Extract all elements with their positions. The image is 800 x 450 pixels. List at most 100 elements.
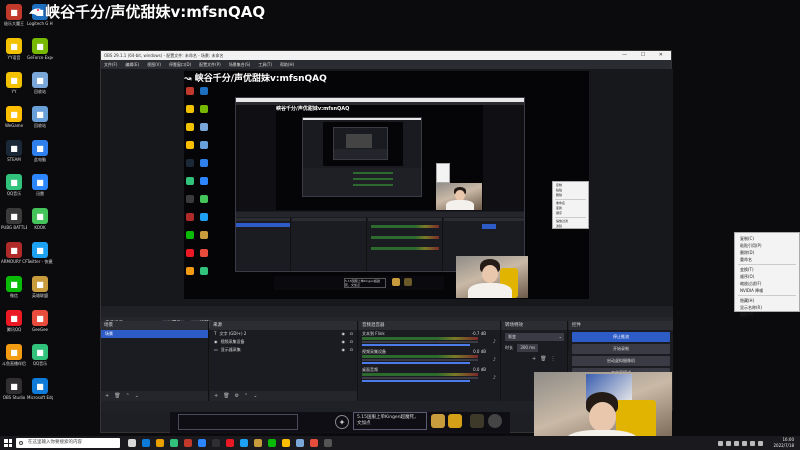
music-icon[interactable] (170, 439, 178, 447)
tray-icon[interactable] (758, 441, 763, 446)
lock-icon[interactable]: ⊡ (350, 330, 353, 338)
tray-icon[interactable] (750, 441, 755, 446)
desktop-icon[interactable]: ■ YY语音 (1, 38, 27, 60)
desktop-icon[interactable]: ■ WeGame (1, 106, 27, 128)
eye-icon[interactable]: ◉ (342, 338, 346, 346)
desktop-icon[interactable]: ■ QQ音乐 (27, 344, 53, 366)
desktop-icon[interactable]: ■ 微信 (1, 276, 27, 298)
desktop-icon[interactable]: ■ STEAM (1, 140, 27, 162)
tray-icon[interactable] (718, 441, 723, 446)
context-menu-item[interactable]: 删除(D) (735, 249, 799, 256)
context-menu-item[interactable]: 显示名称(R) (735, 304, 799, 311)
menu-item[interactable]: 编辑(E) (125, 62, 139, 67)
desktop-icon[interactable]: ■ GeeGee (27, 310, 53, 332)
trash-icon[interactable]: 🗑 (540, 356, 550, 362)
lock-icon[interactable]: ⊡ (350, 346, 353, 354)
app-icon[interactable] (240, 439, 248, 447)
desktop-icon[interactable]: ■Microsoft Edge (27, 378, 53, 400)
game-icon[interactable] (254, 439, 262, 447)
transition-select[interactable]: 渐变 ⌄ (505, 333, 564, 341)
context-menu-item[interactable]: NVIDIA 降噪 (735, 287, 799, 294)
menu-item[interactable]: 文件(F) (104, 62, 117, 67)
context-menu-item[interactable]: 变换(T) (735, 266, 799, 273)
app-icon[interactable] (324, 439, 332, 447)
chevron-down-icon[interactable]: ⌄ (135, 393, 144, 399)
context-menu-item[interactable]: 滤镜 (553, 224, 588, 229)
wegame-icon[interactable] (282, 439, 290, 447)
context-menu-item[interactable]: 复制(C) (735, 235, 799, 242)
menu-item[interactable]: 视图(V) (147, 62, 161, 67)
scene-item[interactable]: 场景 (101, 330, 208, 338)
eye-icon[interactable]: ◉ (342, 346, 346, 354)
control-button[interactable]: 停止推流 (572, 332, 670, 342)
app-icon[interactable] (310, 439, 318, 447)
desktop-icon[interactable]: ■ 此电脑 (27, 140, 53, 162)
folder-icon[interactable] (156, 439, 164, 447)
volume-slider[interactable] (362, 362, 470, 364)
app-icon[interactable] (296, 439, 304, 447)
desktop-icon[interactable]: ■PUBG BATTLEGR... (1, 208, 27, 230)
speaker-icon[interactable]: ♪ (493, 357, 496, 363)
task-view-icon[interactable] (128, 439, 136, 447)
add-icon[interactable]: + (532, 356, 540, 362)
tray-icon[interactable] (726, 441, 731, 446)
menu-item[interactable]: 停靠窗口(D) (169, 62, 191, 67)
desktop-icon[interactable]: ■ 迅雷 (27, 174, 53, 196)
chevron-down-icon[interactable]: ⌄ (253, 393, 262, 399)
windows-start-icon[interactable] (4, 439, 12, 447)
source-item[interactable]: T 文字 (GDI+) 2 ◉ ⊡ (210, 330, 357, 338)
desktop-icon[interactable]: ■ARMOURY CRATE (1, 242, 27, 264)
taskbar-search[interactable]: 在这里输入你要搜索的内容 (16, 438, 120, 448)
desktop-icon[interactable]: ■GeForce Experience (27, 38, 53, 60)
desktop-icon[interactable]: ■ 回收站 (27, 106, 53, 128)
trash-icon[interactable]: 🗑 (114, 393, 125, 399)
tray-icon[interactable] (742, 441, 747, 446)
desktop-icon[interactable]: ■ QQ音乐 (1, 174, 27, 196)
desktop-icon[interactable]: ■ KOOK (27, 208, 53, 230)
qq-icon[interactable] (226, 439, 234, 447)
menu-item[interactable]: 配置文件(P) (199, 62, 221, 67)
preview-canvas[interactable]: ↝ 峡谷千分/声优甜妹v:mfsnQAQ 峡谷千分/声优甜妹v:mfsnQAQ (184, 71, 589, 299)
more-icon[interactable]: ⋮ (551, 356, 560, 362)
wechat-icon[interactable] (268, 439, 276, 447)
context-menu-item[interactable]: 隐藏(H) (735, 297, 799, 304)
clock-date[interactable]: 2022/7/18 (773, 443, 794, 449)
menu-item[interactable]: 工具(T) (258, 62, 272, 67)
chevron-up-icon[interactable]: ⌃ (126, 393, 135, 399)
source-item[interactable]: ▭ 显示器采集 ◉ ⊡ (210, 346, 357, 354)
desktop-icon[interactable]: ■ 极乐大魔王 (1, 4, 27, 26)
desktop-icon[interactable]: ■ 斗鱼直播伴侣 (1, 344, 27, 366)
gear-icon[interactable]: ⚙ (235, 393, 244, 399)
add-icon[interactable]: + (105, 393, 114, 399)
obs-icon[interactable] (212, 439, 220, 447)
context-menu-item[interactable]: 属性(P) (735, 311, 799, 318)
window-controls[interactable]: — ☐ ✕ (622, 51, 669, 60)
context-menu-item[interactable]: 缩放过滤(F) (735, 280, 799, 287)
lock-icon[interactable]: ⊡ (350, 338, 353, 346)
desktop-icon[interactable]: ■ 英雄联盟 (27, 276, 53, 298)
volume-slider[interactable] (362, 380, 470, 382)
context-menu-item[interactable]: 粘贴引用(P) (735, 242, 799, 249)
speaker-icon[interactable]: ♪ (493, 339, 496, 345)
chevron-up-icon[interactable]: ⌃ (244, 393, 253, 399)
app-icon[interactable] (184, 439, 192, 447)
edge-icon[interactable] (142, 439, 150, 447)
context-menu-item[interactable]: 重命名 (735, 256, 799, 263)
trash-icon[interactable]: 🗑 (223, 393, 234, 399)
desktop-icon[interactable]: ■ OBS Studio (1, 378, 27, 400)
menu-item[interactable]: 场景集合(S) (229, 62, 251, 67)
source-item[interactable]: ◉ 视频采集设备 ◉ ⊡ (210, 338, 357, 346)
volume-slider[interactable] (362, 344, 470, 346)
menu-item[interactable]: 帮助(H) (280, 62, 294, 67)
desktop-icon[interactable]: ■Twitter - 快捷方式 (27, 242, 53, 264)
add-icon[interactable]: + (214, 393, 223, 399)
context-menu-item[interactable]: 顺序 (553, 211, 588, 216)
speaker-icon[interactable]: ♪ (493, 375, 496, 381)
duration-field[interactable]: 300 ms (517, 344, 539, 352)
app-icon[interactable] (198, 439, 206, 447)
desktop-icon[interactable]: ■ 腾讯QQ (1, 310, 27, 332)
eye-icon[interactable]: ◉ (342, 330, 346, 338)
context-menu-item[interactable]: 顺序(O) (735, 273, 799, 280)
desktop-icon[interactable]: ■ 回收站 (27, 72, 53, 94)
control-button[interactable]: 启动虚拟摄像机 (572, 356, 670, 366)
